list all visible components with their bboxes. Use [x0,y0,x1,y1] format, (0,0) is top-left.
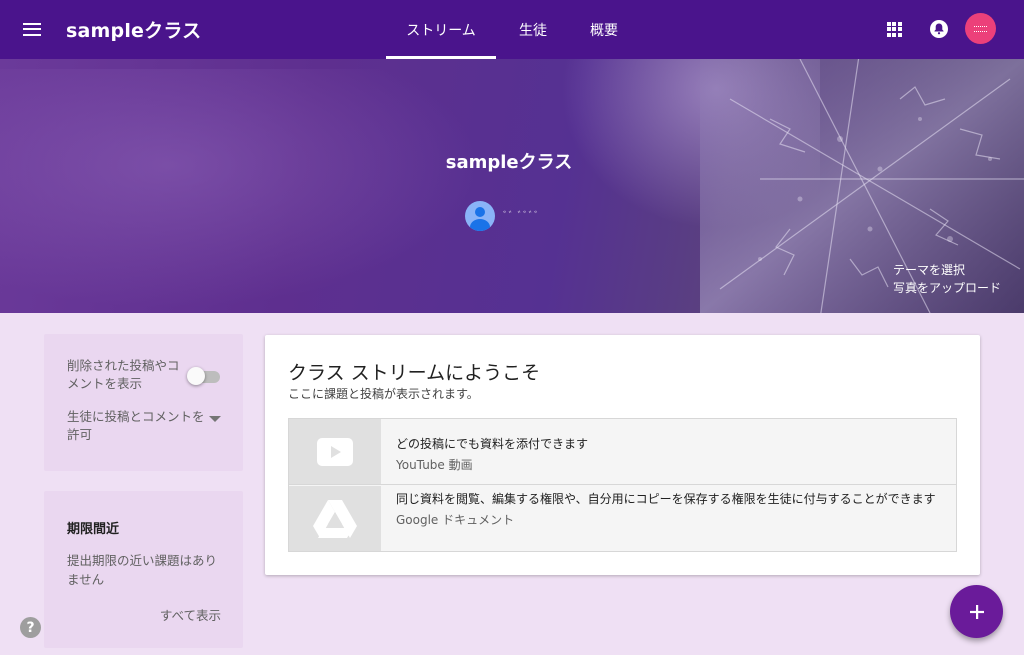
welcome-title: クラス ストリームにようこそ [288,362,541,384]
class-title[interactable]: sampleクラス [66,16,201,43]
upload-photo-link[interactable]: 写真をアップロード [893,279,1001,296]
welcome-subtitle: ここに課題と投稿が表示されます。 [288,387,479,401]
add-button[interactable] [950,585,1003,638]
show-deleted-label: 削除された投稿やコメントを表示 [67,358,180,391]
tab-students[interactable]: 生徒 [496,0,570,59]
stream-settings-card: 削除された投稿やコメントを表示 生徒に投稿とコメントを許可 [44,334,243,471]
feature-description: 同じ資料を閲覧、編集する権限や、自分用にコピーを保存する権限を生徒に付与すること… [396,492,936,506]
youtube-play-icon [317,437,353,466]
view-all-link[interactable]: すべて表示 [160,605,221,624]
feature-list: どの投稿にでも資料を添付できます YouTube 動画 同じ資料を閲覧、編集する… [288,418,957,552]
apps-button[interactable] [880,15,908,43]
upcoming-title: 期限間近 [67,522,120,537]
account-avatar-icon[interactable] [965,13,996,44]
upcoming-card: 期限間近 提出期限の近い課題はありません すべて表示 [44,491,243,648]
show-deleted-toggle[interactable] [187,367,222,385]
hamburger-menu-icon [23,22,41,36]
select-theme-link[interactable]: テーマを選択 [893,261,965,278]
bell-icon [930,20,948,38]
banner-blur [0,69,480,309]
feature-source: Google ドキュメント [396,513,515,527]
chevron-down-icon[interactable] [208,414,222,424]
banner-class-name: sampleクラス [445,152,573,173]
student-permission-label: 生徒に投稿とコメントを許可 [67,409,205,442]
add-icon [969,604,984,619]
top-app-bar: sampleクラス ストリーム 生徒 概要 [0,0,1024,59]
feature-source: YouTube 動画 [396,458,473,472]
list-item: どの投稿にでも資料を添付できます YouTube 動画 [289,419,956,485]
tab-about[interactable]: 概要 [570,0,638,59]
tab-stream[interactable]: ストリーム [386,0,496,59]
snowflake-crystal-image [700,59,1024,313]
help-icon[interactable]: ? [20,617,41,638]
teacher-name: ﾞﾞ ﾞﾞﾞﾞ [503,210,541,223]
teacher-info: ﾞﾞ ﾞﾞﾞﾞ [465,201,540,231]
class-tabs: ストリーム 生徒 概要 [386,0,638,59]
main-menu-button[interactable] [14,14,50,44]
upcoming-empty-text: 提出期限の近い課題はありません [67,553,218,587]
notifications-button[interactable] [925,15,953,43]
feature-description: どの投稿にでも資料を添付できます [396,437,589,451]
person-avatar-icon [465,201,495,231]
list-item: 同じ資料を閲覧、編集する権限や、自分用にコピーを保存する権限を生徒に付与すること… [289,486,956,551]
welcome-card: クラス ストリームにようこそ ここに課題と投稿が表示されます。 どの投稿にでも資… [265,335,980,575]
class-banner: sampleクラス ﾞﾞ ﾞﾞﾞﾞ テーマを選択 写真をアップロード [0,59,1024,313]
google-drive-icon [313,499,357,538]
apps-grid-icon [886,21,902,37]
